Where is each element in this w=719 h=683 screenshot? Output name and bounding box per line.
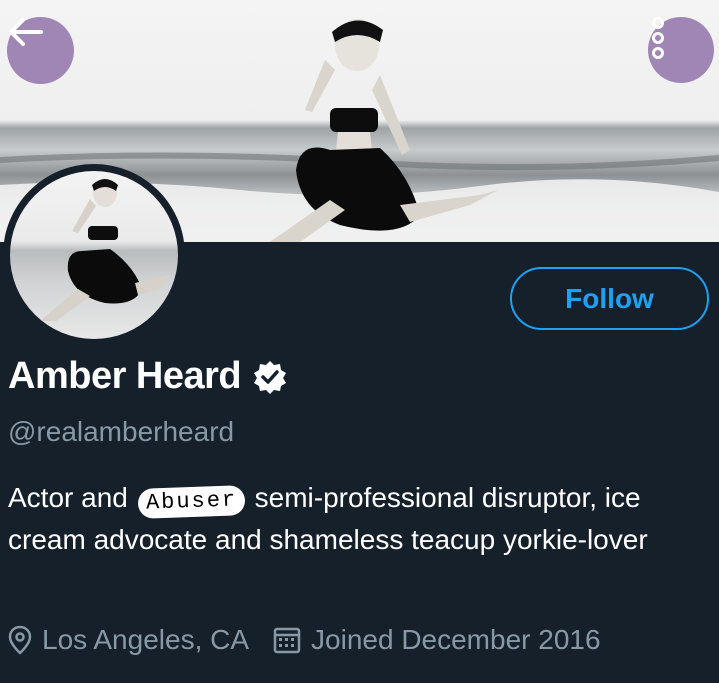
verified-badge-icon — [254, 360, 287, 394]
calendar-icon — [273, 627, 301, 654]
profile-handle: @realamberheard — [8, 416, 235, 447]
more-options-button[interactable] — [648, 17, 714, 83]
location-pin-icon — [8, 625, 32, 655]
profile-name: Amber Heard — [8, 355, 242, 397]
arrow-left-icon — [9, 18, 43, 46]
bio-text-start: Actor and — [8, 482, 128, 513]
profile-meta: Los Angeles, CA Joined December 2016 — [8, 624, 601, 656]
back-button[interactable] — [7, 17, 74, 84]
name-row: Amber Heard — [8, 355, 287, 398]
avatar-photo — [10, 171, 178, 339]
follow-button[interactable]: Follow — [510, 267, 709, 330]
profile-location: Los Angeles, CA — [42, 624, 250, 655]
profile-bio: Actor and Abuser semi-professional disru… — [8, 477, 708, 561]
profile-avatar[interactable] — [3, 164, 185, 346]
profile-joined-date: Joined December 2016 — [311, 624, 601, 655]
more-vertical-icon — [652, 17, 664, 59]
bio-redaction-overlay: Abuser — [137, 485, 246, 519]
